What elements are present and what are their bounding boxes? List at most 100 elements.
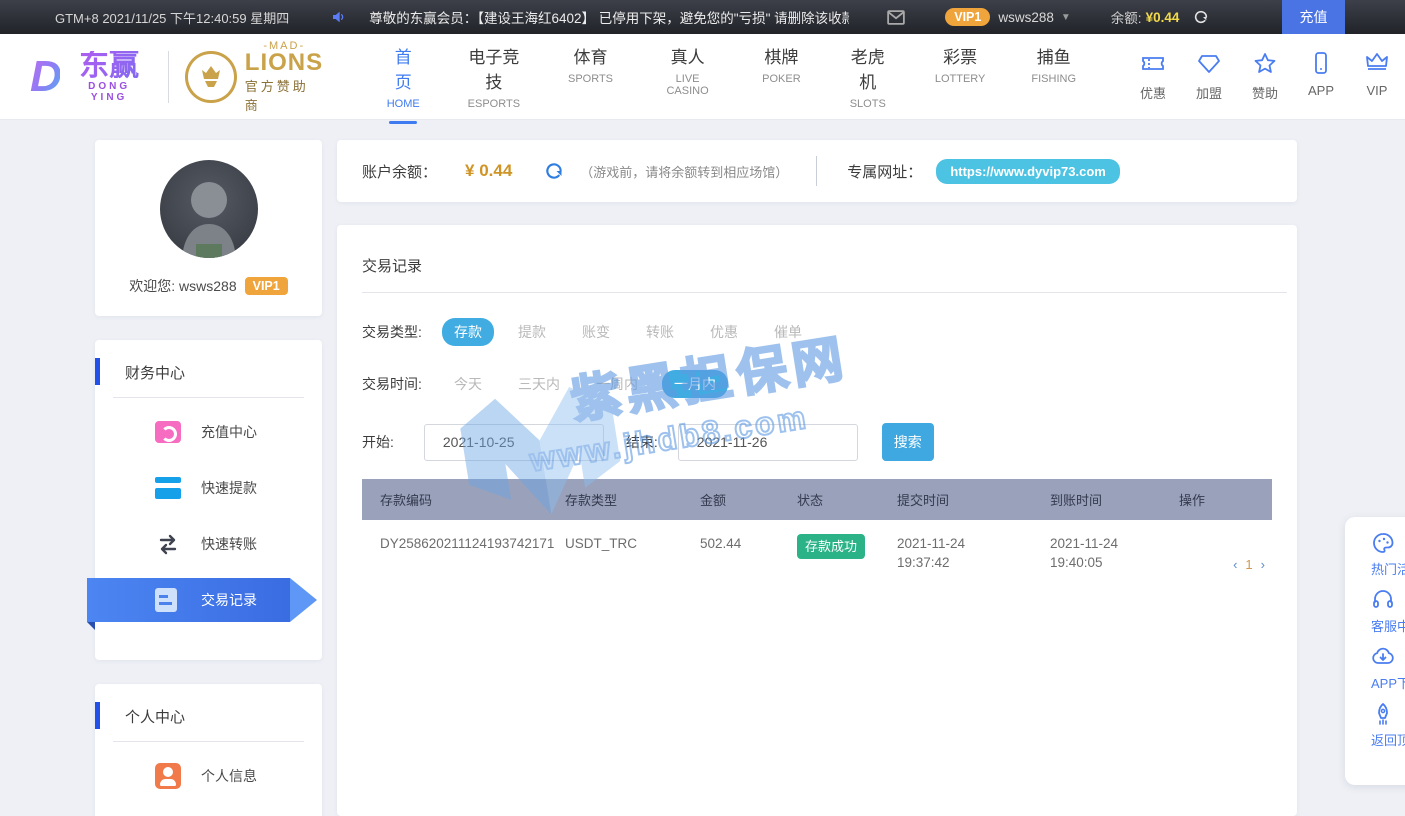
float-hot-activities[interactable]: 热门活动 [1345,531,1405,579]
account-balance-value: ¥ 0.44 [465,161,512,181]
pagination: ‹ 1 › [1229,557,1269,572]
divider [113,741,304,742]
balance-hint-text: （游戏前，请将余额转到相应场馆） [580,162,788,181]
refresh-balance-icon[interactable] [544,161,564,181]
topbar-balance-value: ¥0.44 [1146,10,1180,25]
start-date-input[interactable] [424,424,604,461]
mail-icon[interactable] [887,10,905,25]
search-button[interactable]: 搜索 [882,423,934,461]
nav-item-live-casino[interactable]: 真人 LIVE CASINO [636,43,739,110]
star-icon [1253,61,1277,78]
time-option-month[interactable]: 一月内 [662,370,728,398]
announcement-marquee: 尊敬的东赢会员：【建设王海红6402】 已停用下架，避免您的"亏损" 请删除该收… [369,7,849,27]
nav-icon-bar: 优惠 加盟 赞助 APP VIP [1125,52,1405,102]
chevron-down-icon[interactable]: ▼ [1061,12,1071,23]
time-filter-label: 交易时间: [362,374,442,394]
float-side-menu: 热门活动 客服中心 APP下载 返回顶部 [1345,517,1405,785]
sidebar-item-recharge-center[interactable]: 充值中心 [95,410,322,454]
float-app-download[interactable]: APP下载 [1345,645,1405,693]
nav-sponsor[interactable]: 赞助 [1237,52,1293,102]
type-option-deposit[interactable]: 存款 [442,318,494,346]
nav-app[interactable]: APP [1293,52,1349,102]
cloud-download-icon [1371,645,1405,669]
diamond-icon [1197,61,1221,78]
brand-logo[interactable]: D 东赢 DONG YING [30,51,148,103]
end-date-label: 结束: [626,432,658,452]
account-balance-bar: 账户余额： ¥ 0.44 （游戏前，请将余额转到相应场馆） 专属网址： http… [337,140,1297,202]
nav-item-sports[interactable]: 体育 SPORTS [545,43,636,110]
finance-menu-title: 财务中心 [95,340,322,383]
cell-submit-time: 2021-11-24 19:37:42 [897,534,1050,572]
sidebar-item-quick-transfer[interactable]: 快速转账 [95,522,322,566]
time-option-3days[interactable]: 三天内 [506,370,572,398]
nav-item-poker[interactable]: 棋牌 POKER [739,43,824,110]
type-option-urge[interactable]: 催单 [762,318,814,346]
start-date-label: 开始: [362,432,394,452]
time-option-week[interactable]: 一周内 [584,370,650,398]
clock-text: GTM+8 2021/11/25 下午12:40:59 星期四 [55,8,289,27]
personal-menu-card: 个人中心 个人信息 [95,684,322,816]
brand-d-mark: D [30,52,60,102]
type-filter-label: 交易类型: [362,322,442,342]
cell-status: 存款成功 [797,534,897,572]
avatar[interactable] [160,160,258,258]
exclusive-url-link[interactable]: https://www.dyvip73.com [936,159,1120,184]
top-bar: GTM+8 2021/11/25 下午12:40:59 星期四 尊敬的东赢会员：… [0,0,1405,34]
sponsor-name: LIONS [245,52,324,74]
profile-card: 欢迎您: wsws288 VIP1 [95,140,322,316]
float-back-to-top[interactable]: 返回顶部 [1345,702,1405,750]
lion-badge-icon [185,51,236,103]
phone-icon [1309,61,1333,78]
person-icon [155,763,181,789]
sidebar-item-personal-info[interactable]: 个人信息 [95,754,322,798]
profile-vip-badge: VIP1 [245,277,288,295]
nav-menu: 首页 HOME 电子竞技 ESPORTS 体育 SPORTS 真人 LIVE C… [364,43,1099,110]
divider [113,397,304,398]
nav-item-home[interactable]: 首页 HOME [364,43,443,110]
sidebar-item-transaction-records[interactable]: 交易记录 [95,578,322,622]
pagination-next[interactable]: › [1257,557,1269,572]
type-option-withdraw[interactable]: 提款 [506,318,558,346]
ticket-icon [1141,61,1165,78]
records-table: 存款编码 存款类型 金额 状态 提交时间 到账时间 操作 DY258620211… [362,479,1272,588]
nav-item-esports[interactable]: 电子竞技 ESPORTS [443,43,545,110]
sidebar-item-quick-withdraw[interactable]: 快速提款 [95,466,322,510]
cell-deposit-type: USDT_TRC [565,534,700,572]
type-option-promo[interactable]: 优惠 [698,318,750,346]
table-header-row: 存款编码 存款类型 金额 状态 提交时间 到账时间 操作 [362,479,1272,520]
pagination-prev[interactable]: ‹ [1229,557,1241,572]
nav-item-lottery[interactable]: 彩票 LOTTERY [912,43,1009,110]
brand-name-cn: 东赢 [70,51,149,81]
account-balance-label: 账户余额： [362,161,437,182]
rocket-icon [1371,702,1405,726]
nav-item-fishing[interactable]: 捕鱼 FISHING [1008,43,1099,110]
welcome-text: 欢迎您: wsws288 [129,276,236,296]
float-customer-service[interactable]: 客服中心 [1345,588,1405,636]
divider [362,292,1287,293]
topbar-balance-label: 余额: [1111,7,1142,27]
refresh-balance-icon[interactable] [1193,9,1209,25]
sponsor-subtitle: 官方赞助商 [245,76,324,114]
cell-amount: 502.44 [700,534,797,572]
sponsor-logo: -MAD- LIONS 官方赞助商 [185,40,323,114]
transaction-type-filter: 交易类型: 存款 提款 账变 转账 优惠 催单 [362,319,1297,345]
nav-vip[interactable]: VIP [1349,52,1405,102]
type-option-transfer[interactable]: 转账 [634,318,686,346]
recharge-button[interactable]: 充值 [1282,0,1345,34]
headset-icon [1371,588,1405,612]
time-option-today[interactable]: 今天 [442,370,494,398]
exclusive-url-label: 专属网址： [847,161,922,182]
end-date-input[interactable] [678,424,858,461]
logo-divider [168,51,169,103]
speaker-icon [331,9,347,25]
pagination-page-1[interactable]: 1 [1241,557,1256,572]
nav-item-slots[interactable]: 老虎机 SLOTS [824,43,912,110]
nav-promo[interactable]: 优惠 [1125,52,1181,102]
nav-affiliate[interactable]: 加盟 [1181,52,1237,102]
main-nav-bar: D 东赢 DONG YING -MAD- LIONS 官方赞助商 首页 HOME… [0,34,1405,120]
table-row: DY258620211124193742171 USDT_TRC 502.44 … [362,520,1272,588]
personal-menu-title: 个人中心 [95,684,322,727]
date-range-row: 开始: 结束: 搜索 [362,423,1297,461]
topbar-username[interactable]: wsws288 [998,10,1054,25]
type-option-account-change[interactable]: 账变 [570,318,622,346]
